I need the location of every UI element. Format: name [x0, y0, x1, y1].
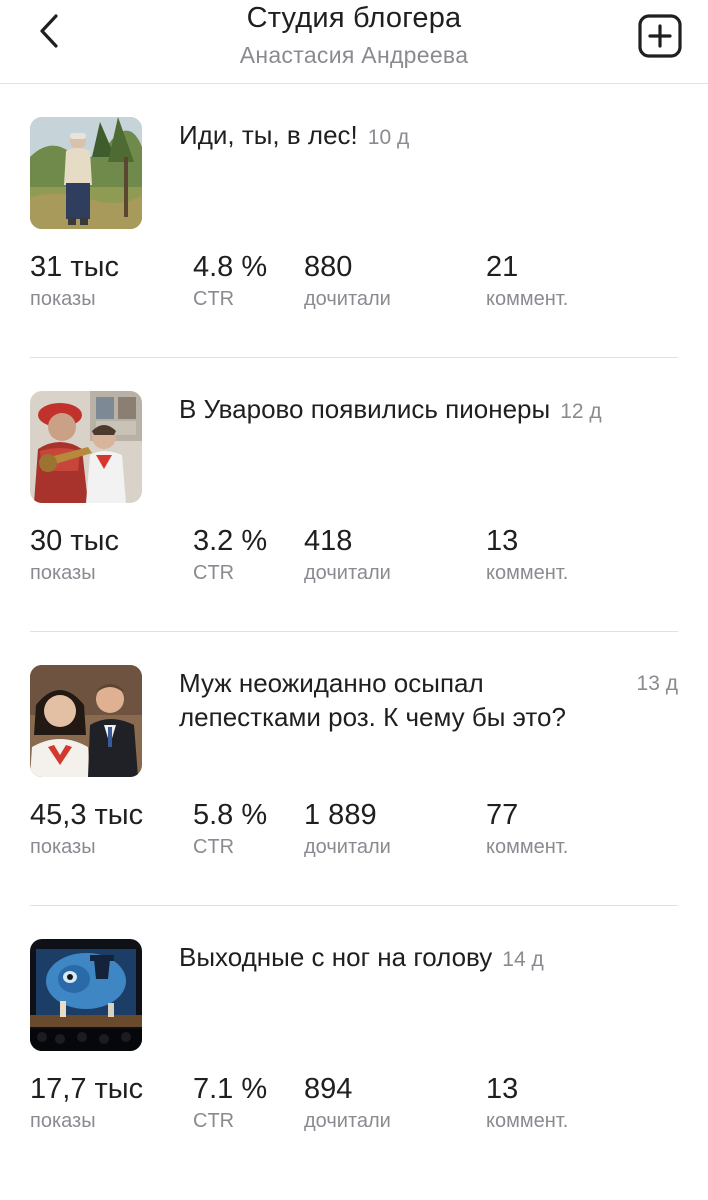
add-post-button[interactable] — [634, 10, 686, 62]
woman-in-forest-photo — [30, 117, 142, 229]
ctr-label: CTR — [193, 1110, 235, 1132]
impressions-label: показы — [30, 1110, 96, 1132]
post-card[interactable]: В Уварово появились пионеры 12 д 30 тыс п… — [0, 358, 708, 632]
impressions-value: 45,3 тыс — [30, 799, 144, 831]
top-bar: Студия блогера Анастасия Андреева — [0, 0, 708, 84]
impressions-stat: 31 тыс показы — [30, 250, 119, 312]
impressions-stat: 45,3 тыс показы — [30, 798, 143, 860]
ctr-value: 3.2 % — [193, 525, 268, 557]
comments-stat: 13 коммент. — [486, 524, 568, 586]
impressions-stat: 30 тыс показы — [30, 524, 119, 586]
impressions-value: 31 тыс — [30, 251, 119, 283]
post-card[interactable]: Муж неожиданно осыпал лепестками роз. К … — [0, 632, 708, 906]
post-age: 10 д — [367, 126, 410, 149]
ctr-stat: 3.2 % CTR — [193, 524, 267, 586]
post-title-text: Муж неожиданно осыпал лепестками роз. К … — [179, 668, 566, 732]
ctr-value: 7.1 % — [193, 1073, 268, 1105]
read-label: дочитали — [304, 1110, 391, 1132]
post-card[interactable]: Иди, ты, в лес! 10 д 31 тыс показы 4.8 % … — [0, 84, 708, 358]
comments-label: коммент. — [486, 288, 569, 310]
read-stat: 418 дочитали — [304, 524, 391, 586]
read-stat: 1 889 дочитали — [304, 798, 391, 860]
read-label: дочитали — [304, 562, 391, 584]
read-value: 1 889 — [304, 799, 377, 831]
post-thumbnail[interactable] — [30, 391, 142, 503]
post-title[interactable]: Муж неожиданно осыпал лепестками роз. К … — [179, 666, 619, 734]
post-title-text: Выходные с ног на голову — [179, 942, 493, 972]
comments-value: 77 — [486, 799, 519, 831]
theater-stage-photo — [30, 939, 142, 1051]
post-age: 13 д — [636, 672, 678, 695]
read-stat: 894 дочитали — [304, 1072, 391, 1134]
read-value: 418 — [304, 525, 353, 557]
post-title-text: Иди, ты, в лес! — [179, 120, 358, 150]
pioneers-with-bugle-photo — [30, 391, 142, 503]
comments-label: коммент. — [486, 562, 569, 584]
couple-portrait-photo — [30, 665, 142, 777]
ctr-value: 4.8 % — [193, 251, 268, 283]
post-age: 12 д — [560, 400, 602, 423]
author-name: Анастасия Андреева — [239, 42, 469, 68]
impressions-label: показы — [30, 562, 96, 584]
ctr-label: CTR — [193, 288, 235, 310]
post-title[interactable]: Иди, ты, в лес! 10 д — [179, 118, 619, 155]
post-thumbnail[interactable] — [30, 117, 142, 229]
ctr-label: CTR — [193, 562, 235, 584]
impressions-label: показы — [30, 288, 96, 310]
post-thumbnail[interactable] — [30, 939, 142, 1051]
post-title-text: В Уварово появились пионеры — [179, 394, 551, 424]
ctr-value: 5.8 % — [193, 799, 268, 831]
comments-stat: 77 коммент. — [486, 798, 568, 860]
ctr-stat: 4.8 % CTR — [193, 250, 267, 312]
impressions-value: 17,7 тыс — [30, 1073, 144, 1105]
page-title: Студия блогера — [246, 2, 462, 34]
impressions-value: 30 тыс — [30, 525, 119, 557]
comments-label: коммент. — [486, 1110, 569, 1132]
read-value: 880 — [304, 251, 353, 283]
comments-stat: 13 коммент. — [486, 1072, 568, 1134]
read-label: дочитали — [304, 288, 391, 310]
ctr-stat: 5.8 % CTR — [193, 798, 267, 860]
post-title[interactable]: Выходные с ног на голову 14 д — [179, 940, 619, 977]
read-stat: 880 дочитали — [304, 250, 391, 312]
post-card[interactable]: Выходные с ног на голову 14 д 17,7 тыс по… — [0, 906, 708, 1180]
ctr-stat: 7.1 % CTR — [193, 1072, 267, 1134]
impressions-label: показы — [30, 836, 96, 858]
post-thumbnail[interactable] — [30, 665, 142, 777]
plus-square-icon — [638, 14, 682, 58]
ctr-label: CTR — [193, 836, 235, 858]
impressions-stat: 17,7 тыс показы — [30, 1072, 143, 1134]
read-value: 894 — [304, 1073, 353, 1105]
post-list: Иди, ты, в лес! 10 д 31 тыс показы 4.8 % … — [0, 84, 708, 1180]
comments-label: коммент. — [486, 836, 569, 858]
post-title[interactable]: В Уварово появились пионеры 12 д — [179, 392, 619, 429]
comments-value: 13 — [486, 1073, 519, 1105]
comments-value: 21 — [486, 251, 519, 283]
comments-stat: 21 коммент. — [486, 250, 568, 312]
post-age: 14 д — [502, 948, 544, 971]
read-label: дочитали — [304, 836, 391, 858]
comments-value: 13 — [486, 525, 519, 557]
